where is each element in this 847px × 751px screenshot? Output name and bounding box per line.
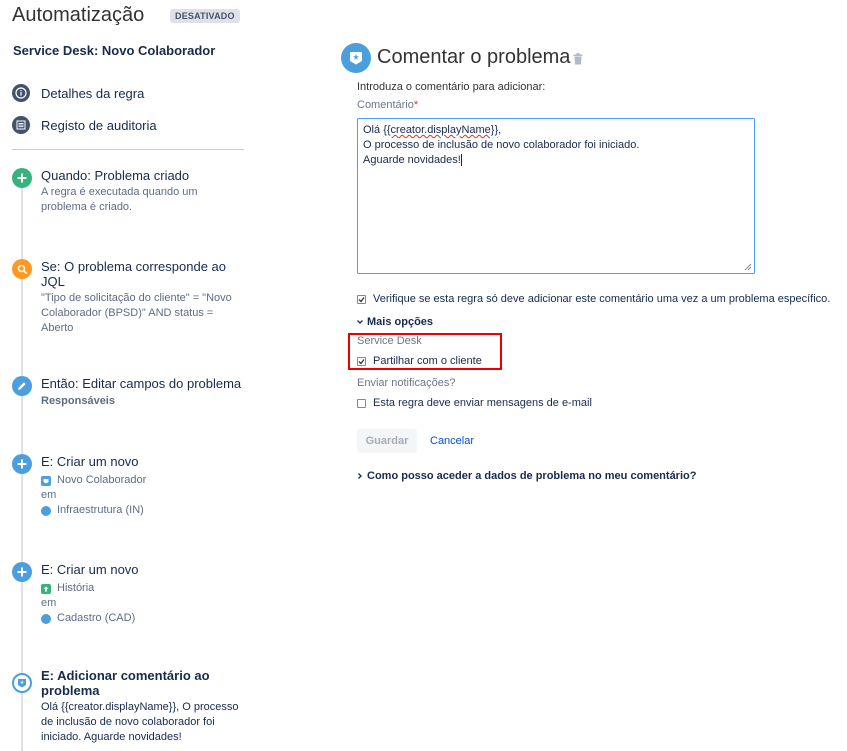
step-title: Se: O problema corresponde ao JQL xyxy=(41,259,226,289)
project-avatar-icon xyxy=(41,613,51,624)
notifications-label: Enviar notificações? xyxy=(357,377,456,389)
comment-textarea[interactable]: Olá {{creator.displayName}}, O processo … xyxy=(357,118,755,274)
chevron-down-icon xyxy=(357,320,363,324)
intro-text: Introduza o comentário para adicionar: xyxy=(357,81,546,93)
verify-once-option[interactable]: Verifique se esta regra só deve adiciona… xyxy=(357,293,830,305)
comment-line-1-prefix: Olá xyxy=(363,124,384,136)
plus-icon xyxy=(12,562,32,582)
panel-title: Comentar o problema xyxy=(377,46,571,68)
issue-type-row: História xyxy=(41,581,244,596)
pencil-icon xyxy=(12,376,32,396)
sidebar-divider xyxy=(12,149,244,150)
nav-rule-details[interactable]: Detalhes da regra xyxy=(12,84,144,102)
required-mark: * xyxy=(413,99,419,111)
step-description: Olá {{creator.displayName}}, O processo … xyxy=(41,701,239,743)
cancel-button[interactable]: Cancelar xyxy=(430,435,474,447)
step-trigger[interactable]: Quando: Problema criado A regra é execut… xyxy=(12,168,244,215)
send-email-checkbox[interactable] xyxy=(357,398,366,408)
comment-token: {{creator.displayName}} xyxy=(383,124,499,136)
project-row: Infraestrutura (IN) xyxy=(41,503,244,518)
issue-type-label: Novo Colaborador xyxy=(57,474,147,486)
step-title: Então: Editar campos do problema xyxy=(41,376,242,391)
send-email-label: Esta regra deve enviar mensagens de e-ma… xyxy=(373,397,592,409)
nav-rule-details-label: Detalhes da regra xyxy=(41,85,145,101)
in-label: em xyxy=(41,597,57,609)
issue-type-row: Novo Colaborador xyxy=(41,473,244,488)
comment-icon xyxy=(341,43,371,73)
comment-icon xyxy=(12,673,32,693)
step-create-issue-2[interactable]: E: Criar um novo História em Cadastro (C… xyxy=(12,562,244,626)
in-label: em xyxy=(41,489,57,501)
verify-once-checkbox[interactable] xyxy=(357,294,366,304)
step-title: E: Criar um novo xyxy=(41,454,139,469)
chevron-right-icon xyxy=(358,473,362,479)
step-description: A regra é executada quando um problema é… xyxy=(41,186,198,213)
list-icon xyxy=(12,116,30,134)
help-link-label: Como posso aceder a dados de problema no… xyxy=(367,470,697,482)
comment-line-3-text: Aguarde novidades! xyxy=(363,154,461,166)
comment-line-2: O processo de inclusão de novo colaborad… xyxy=(363,139,640,151)
text-cursor xyxy=(460,154,462,167)
step-edit-fields[interactable]: Então: Editar campos do problema Respons… xyxy=(12,376,244,409)
highlight-box xyxy=(348,333,502,370)
step-title: E: Adicionar comentário ao problema xyxy=(41,668,210,698)
trash-icon[interactable] xyxy=(573,52,583,70)
nav-audit-log[interactable]: Registo de auditoria xyxy=(12,116,157,134)
project-label: Infraestrutura (IN) xyxy=(57,504,144,516)
nav-audit-log-label: Registo de auditoria xyxy=(41,117,157,133)
plus-icon xyxy=(12,454,32,474)
step-title: E: Criar um novo xyxy=(41,562,139,577)
more-options-label: Mais opções xyxy=(367,316,434,328)
status-badge: DESATIVADO xyxy=(170,9,240,23)
project-avatar-icon xyxy=(41,505,51,516)
plus-icon xyxy=(12,168,32,188)
search-icon xyxy=(12,259,32,279)
step-create-issue-1[interactable]: E: Criar um novo Novo Colaborador em Inf… xyxy=(12,454,244,518)
save-button[interactable]: Guardar xyxy=(357,429,417,453)
step-subtitle: Responsáveis xyxy=(41,395,115,407)
comment-line-1-suffix: , xyxy=(498,124,502,136)
send-email-option[interactable]: Esta regra deve enviar mensagens de e-ma… xyxy=(357,397,592,409)
project-label: Cadastro (CAD) xyxy=(57,612,136,624)
page-title: Automatização xyxy=(12,4,145,26)
comment-label-text: Comentário xyxy=(357,99,414,111)
comment-line-1: Olá {{creator.displayName}}, xyxy=(363,123,749,138)
rule-name: Service Desk: Novo Colaborador xyxy=(13,43,216,58)
verify-once-label: Verifique se esta regra só deve adiciona… xyxy=(373,293,831,305)
help-link[interactable]: Como posso aceder a dados de problema no… xyxy=(356,470,696,482)
project-row: Cadastro (CAD) xyxy=(41,611,244,626)
step-description: "Tipo de solicitação do cliente" = "Novo… xyxy=(41,292,232,334)
step-title: Quando: Problema criado xyxy=(41,168,190,183)
issue-type-label: História xyxy=(57,582,95,594)
resize-handle-icon[interactable] xyxy=(744,263,752,271)
step-condition[interactable]: Se: O problema corresponde ao JQL "Tipo … xyxy=(12,259,244,336)
info-icon xyxy=(12,84,30,102)
step-add-comment[interactable]: E: Adicionar comentário ao problema Olá … xyxy=(12,668,244,745)
comment-line-3: Aguarde novidades! xyxy=(363,153,749,168)
more-options-toggle[interactable]: Mais opções xyxy=(356,316,433,328)
story-icon xyxy=(41,583,51,594)
service-request-icon xyxy=(41,475,51,486)
comment-label: Comentário* xyxy=(357,99,418,111)
